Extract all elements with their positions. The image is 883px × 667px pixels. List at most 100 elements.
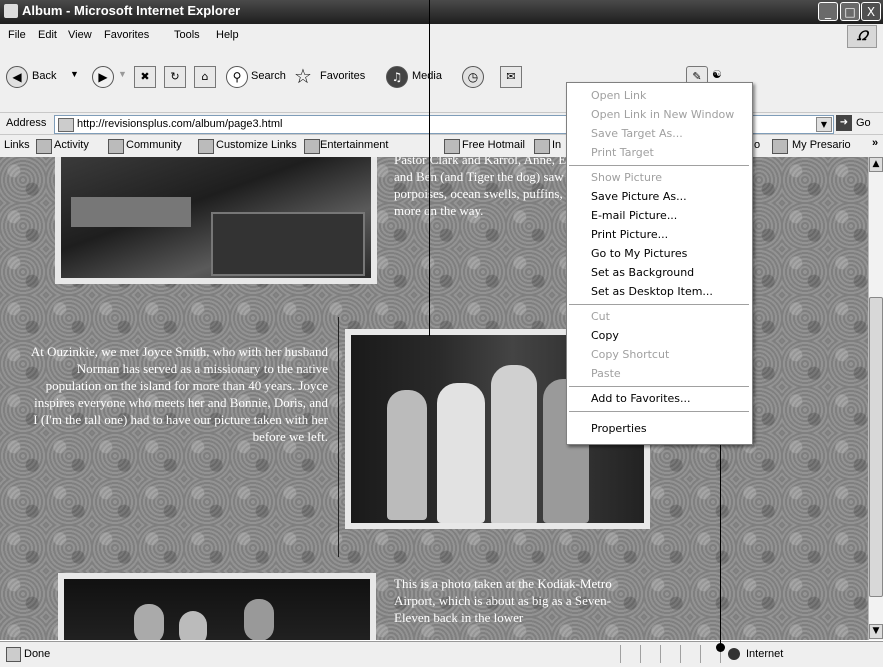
status-separator: [640, 645, 641, 663]
back-arrow-icon[interactable]: ◀: [6, 66, 28, 88]
menu-help[interactable]: Help: [216, 29, 239, 41]
menu-edit[interactable]: Edit: [38, 29, 57, 41]
ie-window-icon: [4, 4, 18, 18]
vertical-scrollbar[interactable]: ▲ ▼: [868, 157, 883, 640]
status-separator: [660, 645, 661, 663]
community-link-icon: [108, 139, 124, 154]
link-activity[interactable]: Activity: [54, 139, 89, 151]
scroll-thumb[interactable]: [869, 297, 883, 597]
menu-bar: File Edit View Favorites Tools Help 𝛺: [0, 24, 883, 49]
home-icon[interactable]: ⌂: [194, 66, 216, 88]
address-url[interactable]: http://revisionsplus.com/album/page3.htm…: [77, 118, 282, 130]
link-entertainment[interactable]: Entertainment: [320, 139, 388, 151]
boat-deck: [211, 212, 365, 276]
status-separator: [680, 645, 681, 663]
person-3: [491, 365, 537, 523]
boat-photo[interactable]: [55, 157, 377, 284]
forward-arrow-icon[interactable]: ▶: [92, 66, 114, 88]
ctx-properties[interactable]: Properties: [591, 422, 647, 435]
hotmail-link-icon: [444, 139, 460, 154]
ctx-email-picture[interactable]: E-mail Picture...: [591, 209, 677, 222]
restore-button[interactable]: □: [840, 2, 860, 21]
title-bar: Album - Microsoft Internet Explorer _ □ …: [0, 0, 883, 24]
status-separator: [620, 645, 621, 663]
airport-person-1: [134, 604, 164, 640]
window-title: Album - Microsoft Internet Explorer: [22, 3, 241, 18]
link-free-hotmail[interactable]: Free Hotmail: [462, 139, 525, 151]
back-button[interactable]: Back: [32, 70, 56, 82]
link-customize-links[interactable]: Customize Links: [216, 139, 297, 151]
ctx-separator: [569, 411, 749, 412]
ctx-go-to-my-pictures[interactable]: Go to My Pictures: [591, 247, 687, 260]
page-done-icon: [6, 647, 21, 662]
story-text-2: At Ouzinkie, we met Joyce Smith, who wit…: [30, 344, 328, 444]
ctx-add-to-favorites[interactable]: Add to Favorites...: [591, 392, 691, 405]
history-icon[interactable]: ◷: [462, 66, 484, 88]
internet-link-icon: [534, 139, 550, 154]
story-text-3: This is a photo taken at the Kodiak-Metr…: [394, 576, 612, 625]
links-overflow-icon[interactable]: »: [872, 137, 878, 149]
ctx-separator: [569, 165, 749, 166]
favorites-star-icon[interactable]: ☆: [294, 64, 312, 89]
boat-rail: [71, 197, 191, 227]
link-my-presario[interactable]: My Presario: [792, 139, 851, 151]
menu-tools[interactable]: Tools: [174, 29, 200, 41]
airport-person-3: [244, 599, 274, 640]
go-arrow-icon[interactable]: ➜: [836, 115, 852, 131]
ctx-print-target[interactable]: Print Target: [591, 146, 654, 159]
airport-photo[interactable]: [58, 573, 376, 640]
link-community[interactable]: Community: [126, 139, 182, 151]
ctx-paste[interactable]: Paste: [591, 367, 621, 380]
forward-dropdown-icon[interactable]: ▼: [118, 69, 127, 79]
status-text: Done: [24, 648, 51, 660]
callout-dot: [716, 643, 725, 652]
presario-link-icon: [772, 139, 788, 154]
scroll-up-icon[interactable]: ▲: [869, 157, 883, 172]
back-dropdown-icon[interactable]: ▼: [70, 69, 79, 79]
status-separator: [700, 645, 701, 663]
ie-logo-icon: 𝛺: [847, 25, 877, 48]
ctx-copy[interactable]: Copy: [591, 329, 619, 342]
media-icon[interactable]: ♫: [386, 66, 408, 88]
ctx-cut[interactable]: Cut: [591, 310, 610, 323]
callout-line-top: [429, 0, 430, 336]
person-2: [437, 383, 485, 523]
customize-links-icon: [198, 139, 214, 154]
activity-link-icon: [36, 139, 52, 154]
menu-file[interactable]: File: [8, 29, 26, 41]
ctx-print-picture[interactable]: Print Picture...: [591, 228, 668, 241]
address-dropdown-icon[interactable]: ▼: [816, 117, 832, 132]
ctx-save-target-as[interactable]: Save Target As...: [591, 127, 683, 140]
divider-line: [338, 317, 339, 557]
links-label: Links: [4, 139, 30, 151]
favorites-button[interactable]: Favorites: [320, 70, 365, 82]
go-button[interactable]: Go: [856, 117, 871, 129]
ctx-set-as-background[interactable]: Set as Background: [591, 266, 694, 279]
scroll-down-icon[interactable]: ▼: [869, 624, 883, 639]
ctx-open-link-new-window[interactable]: Open Link in New Window: [591, 108, 734, 121]
ctx-separator: [569, 304, 749, 305]
ctx-set-as-desktop-item[interactable]: Set as Desktop Item...: [591, 285, 713, 298]
media-button[interactable]: Media: [412, 70, 442, 82]
search-button[interactable]: Search: [251, 70, 286, 82]
ctx-separator: [569, 386, 749, 387]
menu-view[interactable]: View: [68, 29, 92, 41]
ctx-show-picture[interactable]: Show Picture: [591, 171, 662, 184]
mail-icon[interactable]: ✉: [500, 66, 522, 88]
internet-globe-icon: [728, 648, 740, 660]
menu-favorites[interactable]: Favorites: [104, 29, 149, 41]
discuss-icon[interactable]: ☯: [712, 68, 722, 81]
link-internet[interactable]: In: [552, 139, 561, 151]
link-partial[interactable]: o: [754, 139, 760, 151]
status-zone: Internet: [746, 648, 784, 660]
person-1: [387, 390, 427, 520]
minimize-button[interactable]: _: [818, 2, 838, 21]
airport-person-2: [179, 611, 207, 640]
ctx-save-picture-as[interactable]: Save Picture As...: [591, 190, 687, 203]
stop-icon[interactable]: ✖: [134, 66, 156, 88]
ctx-open-link[interactable]: Open Link: [591, 89, 646, 102]
refresh-icon[interactable]: ↻: [164, 66, 186, 88]
search-icon[interactable]: ⚲: [226, 66, 248, 88]
close-button[interactable]: X: [861, 2, 881, 21]
ctx-copy-shortcut[interactable]: Copy Shortcut: [591, 348, 669, 361]
